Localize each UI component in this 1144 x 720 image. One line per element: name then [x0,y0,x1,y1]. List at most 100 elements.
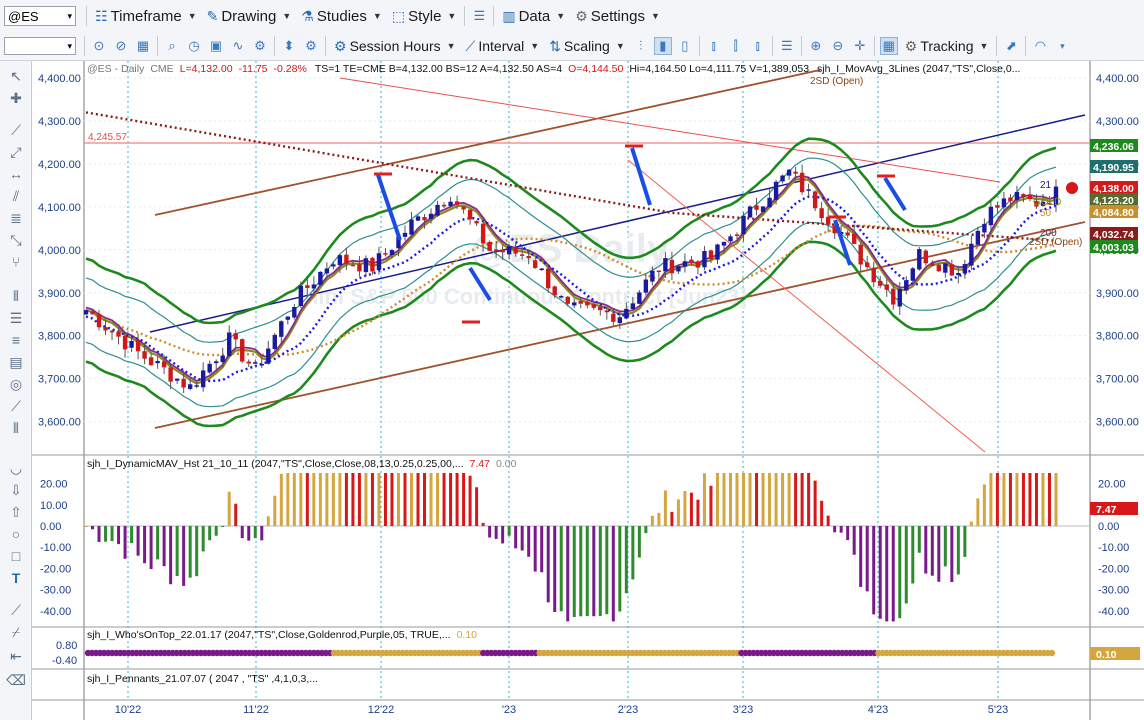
hist-bar [911,526,915,584]
hist-bar [670,511,674,526]
hist-bar [748,473,752,526]
hist-bar [833,526,837,533]
hist-bar [989,473,993,526]
hist-tick-left: -10.00 [40,542,71,554]
indicator1-label: sjh_I_DynamicMAV_Hst 21_10_11 (2047,"TS"… [87,458,464,470]
hist-bar [221,526,225,527]
candle-body [910,268,915,281]
candle-body [220,355,225,363]
hist-bar [533,526,537,572]
hist-bar [410,473,414,526]
hist-bar [182,526,186,586]
candle-body [168,367,173,382]
candle-body [539,268,544,271]
candle-body [415,216,421,221]
hist-tick-right: 20.00 [1098,479,1126,491]
candle-body [851,233,857,244]
candle-body [917,249,922,270]
hist-bar [963,526,967,557]
hist-bar [377,473,381,526]
candle-body [969,243,974,266]
hist-bar [702,473,706,526]
hist-bar [370,473,374,526]
hist-bar [540,526,544,573]
hist-bar [572,526,576,618]
hist-bar [442,473,446,526]
candle-body [253,362,258,364]
wot-tag-label: 0.10 [1096,649,1117,661]
candle-body [845,232,850,236]
hist-bar [462,473,466,526]
candle-body [174,378,180,381]
hist-bar [162,526,166,567]
hist-bar [292,473,296,526]
hist-bar [761,473,765,526]
candle-body [363,258,369,273]
hist-bar [865,526,869,592]
candle-body [546,268,551,289]
candle-body [630,303,636,309]
hist-bar [449,473,453,526]
hist-bar [1047,473,1051,526]
hist-bar [331,473,335,526]
candle-body [578,301,583,304]
hist-bar [104,526,108,542]
candle-body [83,310,89,315]
hist-bar [514,526,518,549]
price-tick-left: 3,700.00 [38,374,81,386]
hist-bar [839,526,843,533]
hist-bar [566,526,570,622]
hist-bar [357,473,361,526]
candle-body [793,171,798,174]
candle-body [624,308,629,319]
hist-bar [84,526,88,527]
hist-bar [898,526,902,619]
indicator2-value: 0.10 [457,629,478,641]
hist-bar [663,490,667,526]
price-chart[interactable]: @ES Daily Mini S&P 500 Continuous Contra… [0,0,1144,720]
header-exchange: CME [150,63,173,75]
hist-bar [468,475,472,526]
hist-bar [722,473,726,526]
hist-bar [611,526,615,622]
hist-bar [781,473,785,526]
candle-body [292,307,297,318]
candle-body [109,330,115,333]
hist-bar [553,526,557,612]
candle-body [181,378,186,388]
hist-bar [943,526,947,567]
hist-bar [859,526,863,587]
candle-body [962,264,968,274]
candle-body [122,335,128,350]
hist-bar [344,473,348,526]
candle-body [559,296,564,298]
hist-bar [201,526,205,552]
candle-body [1008,197,1013,202]
candle-body [956,272,961,276]
price-tag-label: 4,003.03 [1093,242,1134,254]
hist-bar [143,526,147,564]
hist-bar [266,516,270,526]
candle-body [532,260,538,268]
hist-bar [273,495,277,526]
last-price-dot [1066,182,1078,194]
candle-body [448,201,453,206]
candle-body [487,241,492,251]
candle-body [812,191,818,209]
candle-body [311,284,317,289]
hist-bar [546,526,550,603]
date-tick: 12'22 [368,704,395,716]
candle-body [96,313,102,328]
candle-body [669,259,675,274]
hist-bar [969,521,973,526]
whos-on-top-dots [84,649,1056,657]
candle-body [871,267,876,283]
header-symbol: @ES - Daily [87,63,145,75]
candle-body [200,370,206,388]
candle-body [923,250,928,264]
candle-body [747,206,753,218]
hist-bar [631,526,635,580]
hist-bar [318,473,322,526]
price-tick-left: 3,800.00 [38,331,81,343]
hist-bar [826,515,830,526]
